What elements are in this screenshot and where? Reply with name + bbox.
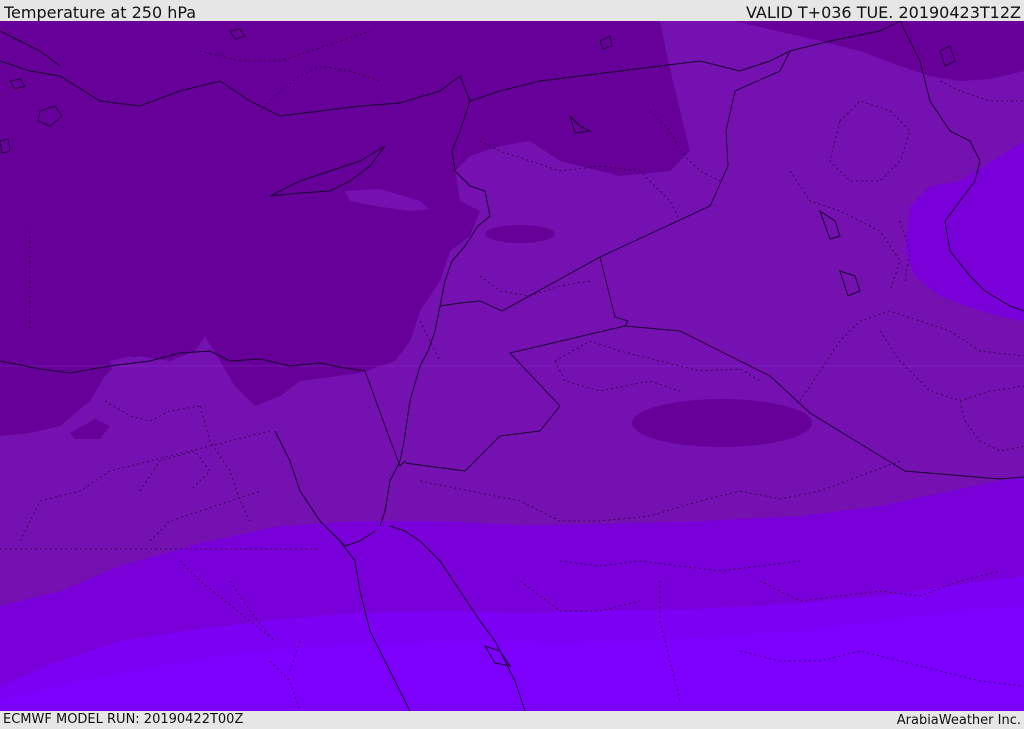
cold-lobe-levant <box>485 225 555 243</box>
weather-map <box>0 21 1024 711</box>
provider-label: ArabiaWeather Inc. <box>896 713 1021 728</box>
cold-lobe-east <box>632 399 812 447</box>
model-run-label: ECMWF MODEL RUN: 20190422T00Z <box>3 712 244 727</box>
map-title: Temperature at 250 hPa <box>4 3 197 22</box>
valid-time-label: VALID T+036 TUE. 20190423T12Z <box>745 3 1021 22</box>
